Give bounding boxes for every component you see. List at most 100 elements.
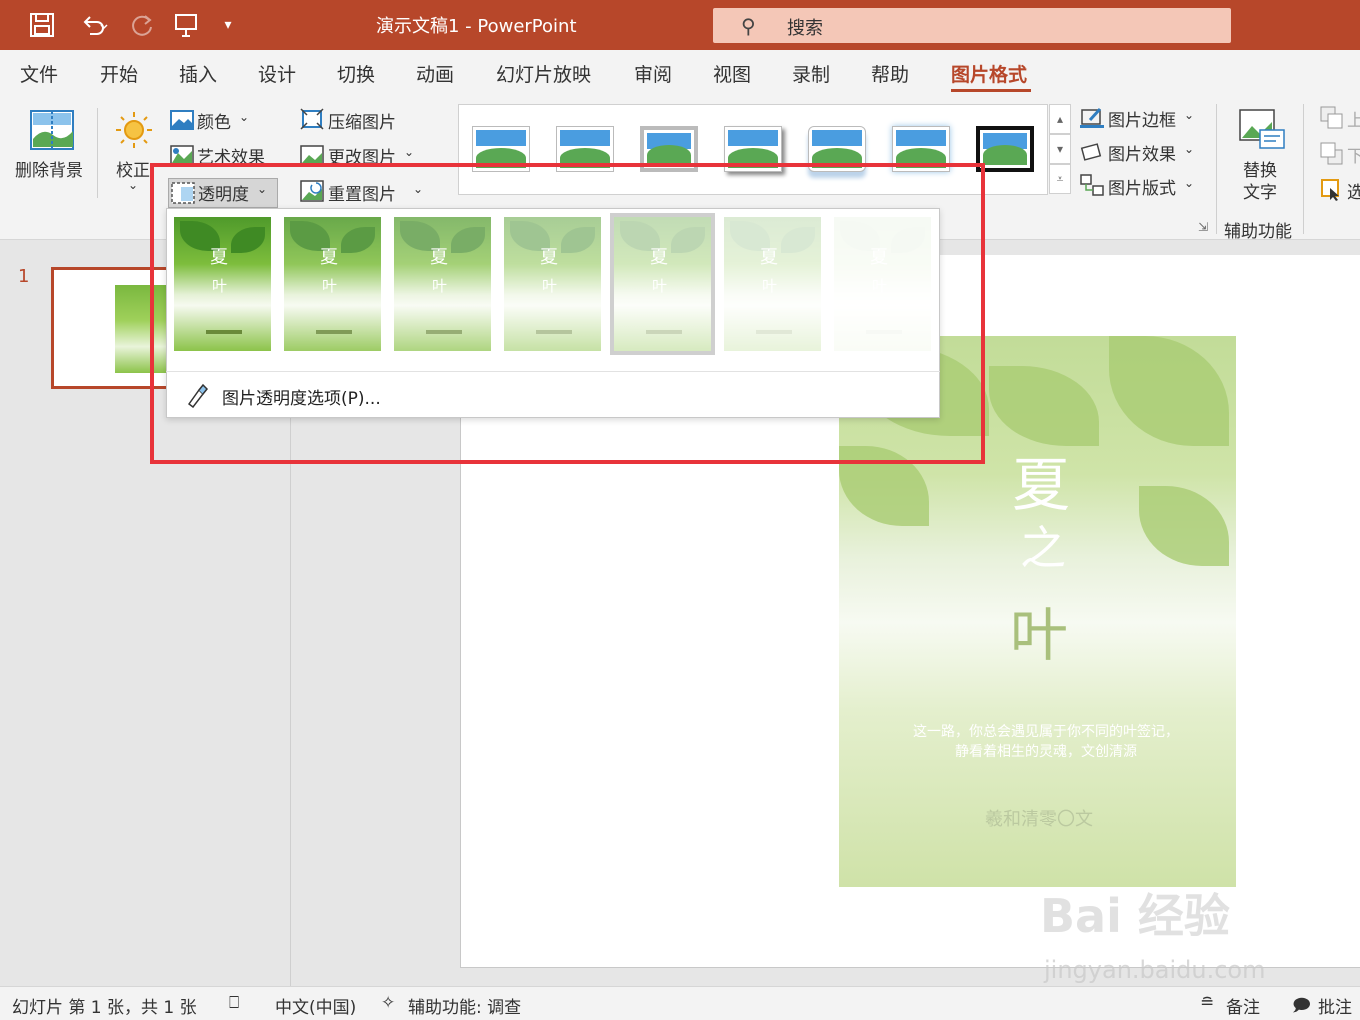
transparency-preset-95[interactable]: 夏叶: [834, 217, 931, 351]
transparency-preset-30[interactable]: 夏叶: [394, 217, 491, 351]
poster-title-2: 之: [1020, 521, 1066, 575]
transparency-veil: [834, 217, 931, 351]
tab-design[interactable]: 设计: [258, 60, 296, 87]
transparency-button[interactable]: 透明度: [198, 180, 249, 205]
active-tab-indicator: [951, 89, 1031, 92]
corrections-sun-icon[interactable]: [112, 108, 156, 152]
tab-home[interactable]: 开始: [100, 60, 138, 87]
remove-background-button[interactable]: 删除背景: [15, 156, 83, 181]
tab-record[interactable]: 录制: [792, 60, 830, 87]
picture-style-6[interactable]: [892, 126, 950, 172]
save-icon[interactable]: [26, 10, 58, 40]
tab-picture-format[interactable]: 图片格式: [951, 60, 1027, 87]
picture-style-2[interactable]: [556, 126, 614, 172]
menu-divider: [166, 371, 940, 372]
notes-icon: ≘: [1200, 993, 1215, 1013]
status-bar: [0, 986, 1360, 1020]
compress-pictures-button[interactable]: 压缩图片: [328, 108, 396, 133]
tab-transitions[interactable]: 切换: [337, 60, 375, 87]
picture-layout-icon: [1080, 174, 1104, 196]
spelling-check-icon[interactable]: ⎕: [229, 993, 239, 1013]
picture-style-4[interactable]: [724, 126, 782, 172]
comments-button[interactable]: 批注: [1318, 993, 1352, 1018]
slide-counter: 幻灯片 第 1 张，共 1 张: [12, 998, 197, 1018]
picture-effects-chevron-icon[interactable]: ⌄: [1184, 142, 1194, 156]
transparency-preset-65[interactable]: 夏叶: [610, 213, 715, 355]
selection-pane-button[interactable]: 选: [1347, 178, 1360, 203]
gallery-more-icon[interactable]: ⩡: [1049, 164, 1071, 194]
alt-text-icon[interactable]: [1238, 108, 1286, 152]
leaf-shape: [839, 446, 929, 526]
transparency-veil: [394, 217, 491, 351]
artistic-effects-icon: [170, 145, 194, 165]
artistic-effects-button[interactable]: 艺术效果: [197, 143, 265, 168]
transparency-preset-15[interactable]: 夏叶: [284, 217, 381, 351]
transparency-veil: [614, 217, 711, 351]
search-placeholder: 搜索: [787, 18, 823, 39]
customize-qat-icon[interactable]: ▾: [216, 10, 240, 40]
watermark-url: jingyan.baidu.com: [1044, 956, 1266, 984]
tab-slideshow[interactable]: 幻灯片放映: [496, 60, 591, 87]
compress-pictures-icon: [300, 108, 324, 130]
alt-text-button-line2[interactable]: 文字: [1243, 178, 1277, 203]
send-backward-icon[interactable]: [1320, 142, 1344, 166]
poster-title-1: 夏: [1012, 451, 1071, 519]
corrections-chevron-icon[interactable]: ⌄: [128, 178, 138, 192]
tab-review[interactable]: 审阅: [634, 60, 672, 87]
search-icon: ⚲: [741, 14, 756, 38]
transparency-preset-80[interactable]: 夏叶: [724, 217, 821, 351]
tab-view[interactable]: 视图: [713, 60, 751, 87]
watermark-logo: Bai 经验: [1040, 889, 1230, 943]
transparency-options-icon: [185, 382, 211, 409]
picture-style-3[interactable]: [640, 126, 698, 172]
picture-border-chevron-icon[interactable]: ⌄: [1184, 108, 1194, 122]
leaf-shape: [1109, 336, 1229, 446]
transparency-preset-50[interactable]: 夏叶: [504, 217, 601, 351]
picture-layout-chevron-icon[interactable]: ⌄: [1184, 176, 1194, 190]
transparency-preset-0[interactable]: 夏叶: [174, 217, 271, 351]
tab-file[interactable]: 文件: [20, 60, 58, 87]
dialog-launcher-icon[interactable]: ⇲: [1198, 220, 1208, 234]
search-box[interactable]: ⚲ 搜索: [713, 8, 1231, 43]
slide-number: 1: [18, 266, 30, 287]
tab-animations[interactable]: 动画: [416, 60, 454, 87]
color-button[interactable]: 颜色: [197, 108, 231, 133]
transparency-options-item[interactable]: 图片透明度选项(P)...: [222, 384, 381, 409]
picture-border-button[interactable]: 图片边框: [1108, 106, 1176, 131]
picture-effects-button[interactable]: 图片效果: [1108, 140, 1176, 165]
poster-body-line-2: 静看着相生的灵魂，文创清源: [955, 744, 1137, 760]
selection-pane-icon[interactable]: [1320, 178, 1344, 202]
notes-button[interactable]: 备注: [1226, 993, 1260, 1018]
poster-author: 羲和清零〇文: [985, 809, 1093, 830]
reset-picture-chevron-icon[interactable]: ⌄: [413, 182, 423, 196]
picture-style-7[interactable]: [976, 126, 1034, 172]
bring-forward-button[interactable]: 上: [1347, 106, 1360, 131]
tab-help[interactable]: 帮助: [871, 60, 909, 87]
accessibility-group-label: 辅助功能: [1224, 222, 1292, 242]
accessibility-icon: ✧: [381, 993, 396, 1013]
present-icon[interactable]: [170, 10, 202, 40]
reset-picture-button[interactable]: 重置图片: [328, 180, 396, 205]
redo-icon[interactable]: [126, 10, 158, 40]
gallery-scroll-up-icon[interactable]: ▴: [1049, 104, 1071, 134]
poster-body-line-1: 这一路，你总会遇见属于你不同的叶签记，: [913, 724, 1179, 740]
change-picture-chevron-icon[interactable]: ⌄: [404, 145, 414, 159]
picture-style-5[interactable]: [808, 126, 866, 172]
remove-background-icon[interactable]: [28, 108, 76, 152]
picture-style-1[interactable]: [472, 126, 530, 172]
undo-icon[interactable]: [72, 10, 116, 40]
change-picture-button[interactable]: 更改图片: [328, 143, 396, 168]
leaf-shape: [1139, 486, 1229, 566]
accessibility-status[interactable]: 辅助功能: 调查: [408, 993, 521, 1018]
bring-forward-icon[interactable]: [1320, 106, 1344, 130]
reset-picture-icon: [300, 180, 324, 202]
language-indicator[interactable]: 中文(中国): [275, 993, 356, 1018]
poster-title-3: 叶: [1010, 601, 1069, 669]
transparency-veil: [504, 217, 601, 351]
picture-layout-button[interactable]: 图片版式: [1108, 174, 1176, 199]
transparency-chevron-icon[interactable]: ⌄: [257, 182, 267, 196]
tab-insert[interactable]: 插入: [179, 60, 217, 87]
send-backward-button[interactable]: 下: [1347, 142, 1360, 167]
color-chevron-icon[interactable]: ⌄: [239, 110, 249, 124]
gallery-scroll-down-icon[interactable]: ▾: [1049, 134, 1071, 164]
